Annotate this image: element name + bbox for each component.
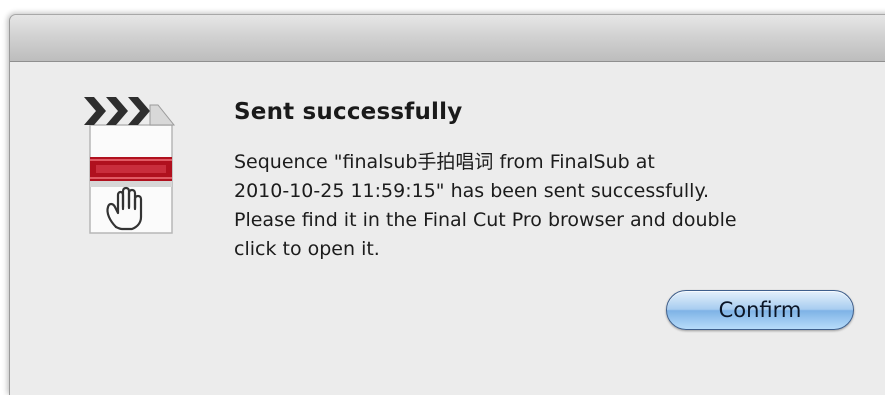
title-bar[interactable] <box>10 15 885 62</box>
alert-dialog: Sent successfully Sequence "finalsub手拍唱词… <box>9 14 885 395</box>
message-line: Please find it in the Final Cut Pro brow… <box>234 209 737 231</box>
message-line: Sequence "finalsub手拍唱词 from FinalSub at <box>234 151 655 173</box>
dialog-message: Sequence "finalsub手拍唱词 from FinalSub at … <box>234 148 874 264</box>
final-cut-pro-document-icon <box>84 97 176 234</box>
confirm-button[interactable]: Confirm <box>666 290 854 330</box>
dialog-title: Sent successfully <box>234 99 463 125</box>
message-line: click to open it. <box>234 238 380 260</box>
message-line: 2010-10-25 11:59:15" has been sent succe… <box>234 180 710 202</box>
